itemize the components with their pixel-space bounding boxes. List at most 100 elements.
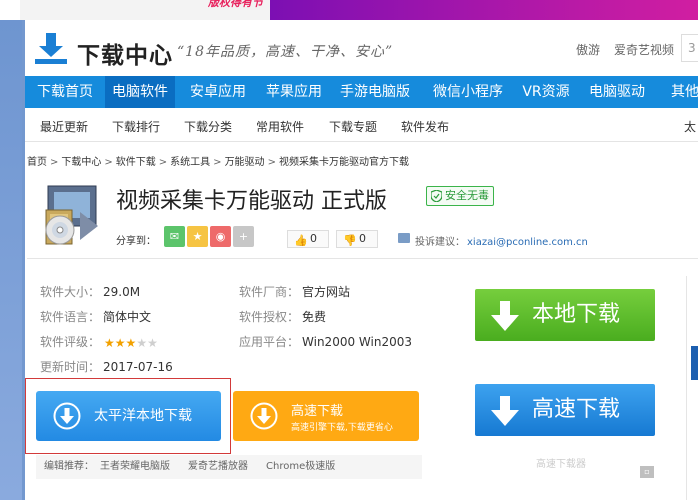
recommend-item[interactable]: Chrome极速版 <box>266 461 335 472</box>
header-link-maxthon[interactable]: 傲游 <box>576 41 600 58</box>
info-vendor: 软件厂商： 官方网站 <box>239 283 350 300</box>
nav-item-wechat-mini[interactable]: 微信小程序 <box>423 76 513 108</box>
star-filled-icon: ★ <box>104 336 115 350</box>
subnav-publish[interactable]: 软件发布 <box>401 118 449 135</box>
top-promo-text[interactable]: 版权得有节 <box>208 0 263 10</box>
recommend-item[interactable]: 爱奇艺播放器 <box>188 461 248 472</box>
info-language-label: 软件语言： <box>40 310 101 324</box>
subnav-common[interactable]: 常用软件 <box>256 118 304 135</box>
info-updated-value: 2017-07-16 <box>103 360 173 374</box>
fast-download-button[interactable]: 高速下载 <box>475 384 655 436</box>
info-platform: 应用平台： Win2000 Win2003 <box>239 333 412 350</box>
info-rating-label: 软件评级： <box>40 335 101 349</box>
top-ad-banner[interactable] <box>270 0 698 20</box>
search-input[interactable]: 3 <box>681 34 698 62</box>
nav-item-apple[interactable]: 苹果应用 <box>261 76 327 108</box>
feedback: 投诉建议： xiazai@pconline.com.cn <box>415 233 588 248</box>
slogan: “18年品质，高速、干净、安心” <box>177 44 394 60</box>
subnav-right-text[interactable]: 太 <box>684 118 696 135</box>
info-language-value: 简体中文 <box>103 310 152 324</box>
fast-engine-download-button[interactable]: 高速下载 高速引擎下载,下载更省心 <box>233 391 419 441</box>
star-filled-icon: ★ <box>114 336 126 350</box>
info-rating: 软件评级： ★★★★★ <box>40 333 158 350</box>
download-logo-icon <box>35 33 67 64</box>
ad-corner-mark: ▫ <box>640 466 654 478</box>
breadcrumb: 首页 > 下载中心 > 软件下载 > 系统工具 > 万能驱动 > 视频采集卡万能驱动官方下载 <box>27 157 409 168</box>
right-sidebar-block <box>691 346 698 380</box>
info-size-label: 软件大小： <box>40 285 101 299</box>
nav-item-pc-software[interactable]: 电脑软件 <box>105 76 175 108</box>
site-header: 下载中心 “18年品质，高速、干净、安心” 傲游 爱奇艺视频 3 <box>25 20 698 76</box>
nav-item-home[interactable]: 下载首页 <box>25 76 105 108</box>
breadcrumb-system-tools[interactable]: 系统工具 <box>170 157 210 168</box>
subnav-recent[interactable]: 最近更新 <box>40 118 88 135</box>
local-download-label: 本地下载 <box>532 302 621 327</box>
info-updated-label: 更新时间： <box>40 360 101 374</box>
info-size-value: 29.0M <box>103 285 141 299</box>
qzone-icon[interactable]: ★ <box>187 226 208 247</box>
nav-item-vr[interactable]: VR资源 <box>513 76 579 108</box>
breadcrumb-software[interactable]: 软件下载 <box>116 157 156 168</box>
down-arrow-icon <box>491 301 519 331</box>
nav-item-other[interactable]: 其他 <box>663 76 698 108</box>
like-count: 0 <box>310 232 317 245</box>
feedback-label: 投诉建议： <box>415 237 465 248</box>
circle-down-arrow-icon <box>53 402 81 430</box>
safe-badge: 安全无毒 <box>426 186 494 206</box>
top-ad-strip: 版权得有节 <box>0 0 698 20</box>
thumbs-up-icon: 👍 <box>294 234 308 247</box>
star-filled-icon: ★ <box>125 336 137 350</box>
pconline-local-download-button[interactable]: 太平洋本地下载 <box>36 391 221 441</box>
nav-item-android[interactable]: 安卓应用 <box>175 76 261 108</box>
dislike-button[interactable]: 👎 0 <box>336 230 378 248</box>
fast-downloader-hint: 高速下载器 <box>536 459 586 470</box>
pconline-download-label: 太平洋本地下载 <box>94 408 192 424</box>
right-sidebar-edge <box>686 276 698 500</box>
header-link-iqiyi[interactable]: 爱奇艺视频 <box>614 41 674 58</box>
fast-engine-title: 高速下载 <box>291 404 344 419</box>
info-license-value: 免费 <box>302 310 327 324</box>
fast-download-label: 高速下载 <box>532 397 621 422</box>
info-platform-label: 应用平台： <box>239 335 300 349</box>
breadcrumb-home[interactable]: 首页 <box>27 157 47 168</box>
subnav-topics[interactable]: 下载专题 <box>329 118 377 135</box>
breadcrumb-download-center[interactable]: 下载中心 <box>61 157 101 168</box>
circle-down-arrow-icon <box>250 402 278 430</box>
down-arrow-icon <box>491 396 519 426</box>
star-empty-icon: ★ <box>136 336 148 350</box>
info-updated: 更新时间： 2017-07-16 <box>40 358 173 375</box>
recommend-label: 编辑推荐： <box>44 461 94 472</box>
local-download-button[interactable]: 本地下载 <box>475 289 655 341</box>
subnav-categories[interactable]: 下载分类 <box>184 118 232 135</box>
rating-stars: ★★★★★ <box>104 336 158 350</box>
weibo-icon[interactable]: ◉ <box>210 226 231 247</box>
info-size: 软件大小： 29.0M <box>40 283 140 300</box>
shield-check-icon <box>431 190 442 202</box>
star-empty-icon: ★ <box>147 336 158 350</box>
breadcrumb-current: 视频采集卡万能驱动官方下载 <box>278 157 409 168</box>
safe-badge-label: 安全无毒 <box>445 189 489 202</box>
info-license: 软件授权： 免费 <box>239 308 326 325</box>
info-platform-value: Win2000 Win2003 <box>302 335 412 349</box>
dislike-count: 0 <box>359 232 366 245</box>
subnav-ranking[interactable]: 下载排行 <box>112 118 160 135</box>
editor-recommend-bar: 编辑推荐： 王者荣耀电脑版 爱奇艺播放器 Chrome极速版 <box>36 455 422 479</box>
software-title: 视频采集卡万能驱动 正式版 <box>116 189 387 214</box>
left-page-edge-gradient <box>0 20 22 500</box>
share-label: 分享到： <box>116 236 156 247</box>
software-package-icon <box>45 185 98 245</box>
info-vendor-value[interactable]: 官方网站 <box>302 285 350 299</box>
breadcrumb-universal-drivers[interactable]: 万能驱动 <box>225 157 265 168</box>
logo-text[interactable]: 下载中心 <box>77 36 173 70</box>
wechat-icon[interactable]: ✉ <box>164 226 185 247</box>
info-language: 软件语言： 简体中文 <box>40 308 151 325</box>
nav-item-mobile-games-pc[interactable]: 手游电脑版 <box>327 76 423 108</box>
info-license-label: 软件授权： <box>239 310 300 324</box>
nav-item-drivers[interactable]: 电脑驱动 <box>579 76 655 108</box>
feedback-email[interactable]: xiazai@pconline.com.cn <box>467 237 588 248</box>
info-vendor-label: 软件厂商： <box>239 285 300 299</box>
recommend-item[interactable]: 王者荣耀电脑版 <box>100 461 170 472</box>
more-share-icon[interactable]: + <box>233 226 254 247</box>
main-nav: 下载首页 电脑软件 安卓应用 苹果应用 手游电脑版 微信小程序 VR资源 电脑驱… <box>25 76 698 108</box>
like-button[interactable]: 👍 0 <box>287 230 329 248</box>
